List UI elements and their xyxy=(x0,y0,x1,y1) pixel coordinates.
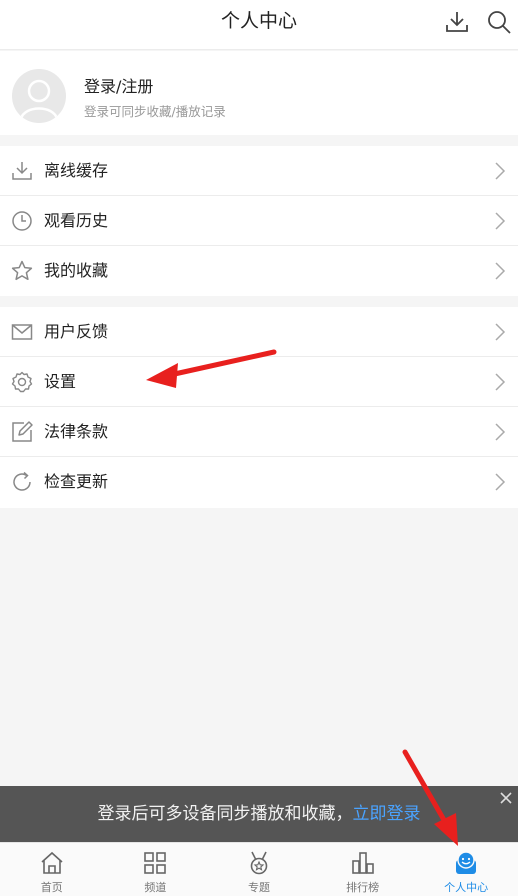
download-icon[interactable] xyxy=(444,9,470,35)
avatar-placeholder-icon xyxy=(19,79,59,120)
menu-group-app: 用户反馈 设置 法律条款 检查更新 xyxy=(0,307,518,508)
chevron-right-icon xyxy=(495,473,506,491)
edit-icon xyxy=(12,421,33,442)
chevron-right-icon xyxy=(495,323,506,341)
menu-item-settings[interactable]: 设置 xyxy=(0,357,518,407)
chevron-right-icon xyxy=(495,423,506,441)
menu-item-check-update[interactable]: 检查更新 xyxy=(0,457,518,507)
download-icon xyxy=(12,162,32,180)
close-icon[interactable] xyxy=(498,790,514,806)
menu-item-favorites[interactable]: 我的收藏 xyxy=(0,246,518,296)
profile-login-section[interactable]: 登录/注册 登录可同步收藏/播放记录 xyxy=(0,51,518,135)
tab-home[interactable]: 首页 xyxy=(0,843,104,896)
avatar xyxy=(12,69,66,123)
bottom-tab-bar: 首页 频道 专题 排行榜 个人中心 xyxy=(0,842,518,896)
menu-item-offline-cache[interactable]: 离线缓存 xyxy=(0,146,518,196)
banner-message: 登录后可多设备同步播放和收藏， xyxy=(97,804,353,824)
home-icon xyxy=(41,851,63,874)
menu-item-label: 检查更新 xyxy=(44,472,109,491)
menu-item-label: 用户反馈 xyxy=(44,322,109,341)
login-promo-banner: 登录后可多设备同步播放和收藏，立即登录 xyxy=(0,786,518,842)
menu-group-library: 离线缓存 观看历史 我的收藏 xyxy=(0,146,518,296)
ranking-icon xyxy=(351,852,374,874)
refresh-icon xyxy=(13,471,31,491)
chevron-right-icon xyxy=(495,212,506,230)
page-title: 个人中心 xyxy=(220,10,297,32)
menu-item-label: 我的收藏 xyxy=(44,261,109,280)
tab-channels[interactable]: 频道 xyxy=(104,843,208,896)
tab-label: 首页 xyxy=(40,881,63,894)
smiley-profile-icon xyxy=(456,851,477,874)
chevron-right-icon xyxy=(495,162,506,180)
medal-icon xyxy=(250,851,268,875)
tab-label: 排行榜 xyxy=(346,881,380,894)
gear-icon xyxy=(11,371,33,393)
menu-item-watch-history[interactable]: 观看历史 xyxy=(0,196,518,246)
menu-item-label: 观看历史 xyxy=(44,211,109,230)
tab-profile[interactable]: 个人中心 xyxy=(414,843,518,896)
banner-text-wrap: 登录后可多设备同步播放和收藏，立即登录 xyxy=(0,786,518,842)
chevron-right-icon xyxy=(495,262,506,280)
search-icon[interactable] xyxy=(486,9,512,35)
clock-icon xyxy=(12,211,32,231)
menu-item-label: 离线缓存 xyxy=(44,161,109,180)
grid-icon xyxy=(144,852,167,874)
tab-label: 频道 xyxy=(144,881,167,894)
login-hint: 登录可同步收藏/播放记录 xyxy=(84,104,226,119)
tab-label: 个人中心 xyxy=(444,881,489,894)
login-now-link[interactable]: 立即登录 xyxy=(353,804,421,824)
tab-topics[interactable]: 专题 xyxy=(207,843,311,896)
mail-icon xyxy=(11,324,33,340)
menu-item-label: 设置 xyxy=(44,372,77,391)
menu-item-legal-terms[interactable]: 法律条款 xyxy=(0,407,518,457)
top-header: 个人中心 xyxy=(0,0,518,50)
tab-ranking[interactable]: 排行榜 xyxy=(311,843,415,896)
star-icon xyxy=(11,260,33,281)
menu-item-feedback[interactable]: 用户反馈 xyxy=(0,307,518,357)
tab-label: 专题 xyxy=(247,881,270,894)
menu-item-label: 法律条款 xyxy=(44,422,109,441)
login-register-label[interactable]: 登录/注册 xyxy=(84,73,153,97)
chevron-right-icon xyxy=(495,373,506,391)
